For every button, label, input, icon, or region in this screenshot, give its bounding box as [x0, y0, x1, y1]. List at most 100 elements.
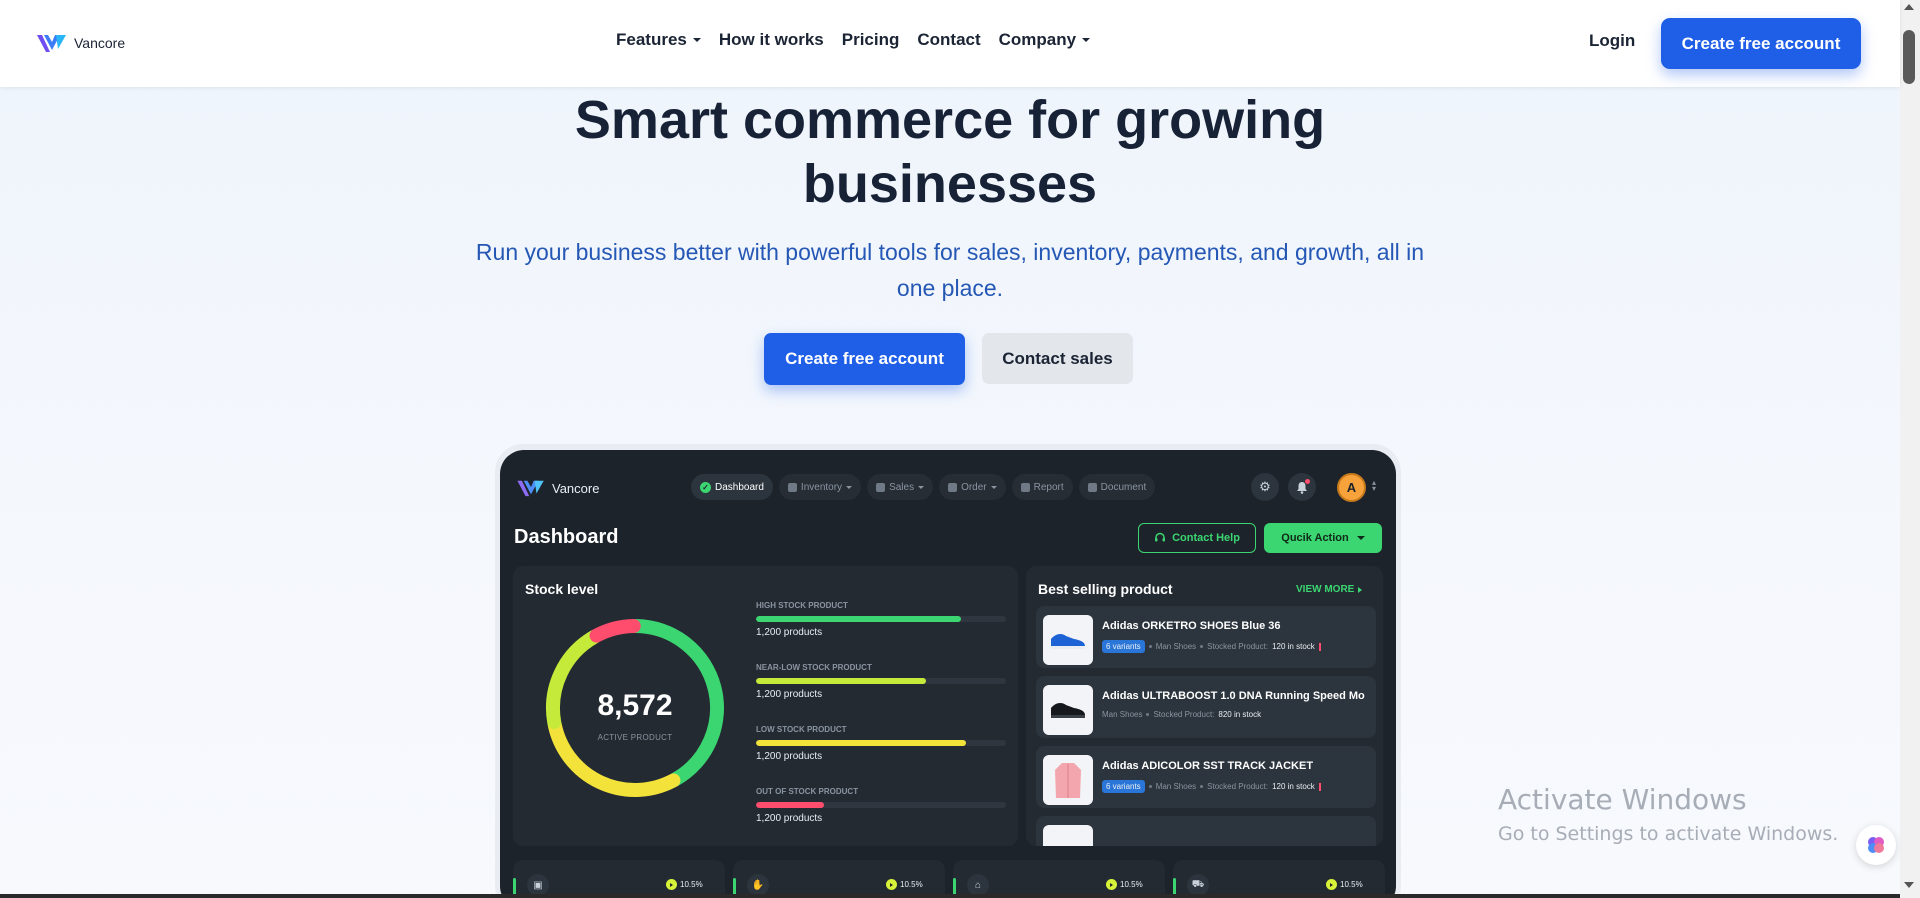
nav-features-label: Features: [616, 30, 687, 49]
brain-icon: [1868, 837, 1884, 853]
scroll-up-arrow-icon[interactable]: [1904, 4, 1914, 10]
order-icon: [948, 482, 958, 492]
hand-box-icon: ✋: [747, 874, 769, 896]
stock-progress-fill: [756, 740, 966, 746]
stock-row-count: 1,200 products: [756, 689, 823, 700]
stock-progress-fill: [756, 678, 926, 684]
page-scrollbar[interactable]: [1900, 0, 1920, 898]
best-selling-panel: Best selling product VIEW MORE Adidas OR…: [1026, 566, 1383, 846]
settings-icon: ⚙: [1251, 473, 1279, 501]
truck-icon: ⛟: [1187, 874, 1209, 896]
contact-help-label: Contact Help: [1172, 532, 1240, 544]
pink-jacket-image: [1043, 755, 1093, 805]
nav-pricing-label: Pricing: [841, 30, 900, 49]
bell-icon: [1288, 473, 1316, 501]
hero-title-line-1: Smart commerce for growing: [574, 90, 1326, 150]
notification-dot: [1305, 479, 1310, 484]
view-more-label: VIEW MORE: [1296, 584, 1355, 595]
nav-how-it-works[interactable]: How it works: [719, 30, 824, 50]
brand-name: Vancore: [74, 35, 126, 51]
stock-row-label: HIGH STOCK PRODUCT: [756, 601, 848, 610]
contact-sales-button[interactable]: Contact sales: [982, 333, 1133, 384]
brand-logo[interactable]: Vancore: [36, 32, 125, 54]
tab-order: Order: [939, 474, 1006, 500]
product-meta: 6 variants Man Shoes Stocked Product: 12…: [1102, 640, 1321, 653]
tab-document: Document: [1078, 474, 1156, 500]
nav-how-it-works-label: How it works: [718, 30, 824, 49]
nav-company-label: Company: [998, 30, 1077, 49]
trend-up-icon: [1326, 879, 1337, 890]
stock-row-label: LOW STOCK PRODUCT: [756, 725, 847, 734]
scrollbar-thumb[interactable]: [1903, 30, 1915, 84]
stat-card: ✋ 10.5%: [733, 860, 945, 898]
nav-pricing[interactable]: Pricing: [842, 30, 900, 50]
stock-label: Stocked Product:: [1153, 710, 1215, 719]
stock-progress-track: [756, 740, 1006, 746]
top-navbar: Vancore Features How it works Pricing Co…: [0, 0, 1900, 87]
dashboard-preview: Vancore ✓ Dashboard Inventory Sales Orde…: [500, 450, 1396, 898]
sales-icon: [876, 482, 886, 492]
tab-sales: Sales: [867, 474, 934, 500]
nav-features[interactable]: Features: [616, 30, 701, 50]
change-value: 10.5%: [680, 880, 703, 889]
bottom-edge: [0, 894, 1900, 898]
best-selling-title: Best selling product: [1038, 581, 1173, 597]
variant-badge: 6 variants: [1102, 780, 1145, 793]
stock-flag-icon: [1318, 642, 1321, 651]
change-value: 10.5%: [1120, 880, 1143, 889]
hero-title: Smart commerce for growing businesses: [0, 88, 1900, 216]
hero-subtitle: Run your business better with powerful t…: [475, 239, 1425, 301]
product-category: Man Shoes: [1155, 642, 1197, 651]
chevron-down-icon: [692, 38, 701, 42]
gauge-segment-out: [589, 619, 641, 643]
create-account-nav-button[interactable]: Create free account: [1661, 18, 1861, 69]
nav-company[interactable]: Company: [998, 30, 1091, 50]
tab-label: Sales: [889, 481, 915, 493]
stock-row-count: 1,200 products: [756, 627, 823, 638]
stat-card: ⛟ 10.5%: [1173, 860, 1385, 898]
change-pill: 10.5%: [883, 879, 926, 890]
product-card: Adidas ORKETRO SHOES Blue 36 6 variants …: [1036, 606, 1376, 668]
product-name: Adidas ORKETRO SHOES Blue 36: [1102, 620, 1281, 632]
product-category: Man Shoes: [1102, 710, 1143, 719]
stock-row-count: 1,200 products: [756, 751, 823, 762]
main-nav: Features How it works Pricing Contact Co…: [616, 30, 1108, 50]
warehouse-icon: ⌂: [967, 874, 989, 896]
separator-dot: [1146, 713, 1150, 716]
tab-label: Inventory: [800, 481, 843, 493]
tab-label: Dashboard: [715, 481, 764, 493]
tab-report: Report: [1011, 474, 1073, 500]
tab-label: Order: [961, 481, 987, 493]
assistant-launcher-button[interactable]: [1856, 825, 1896, 865]
separator-dot: [1200, 785, 1204, 788]
stock-value: 820 in stock: [1218, 710, 1262, 719]
stock-level-panel: Stock level 8,572 ACTIVE PRODUCT HIGH ST…: [513, 566, 1018, 846]
change-value: 10.5%: [1340, 880, 1363, 889]
change-value: 10.5%: [900, 880, 923, 889]
stock-label: Stocked Product:: [1207, 642, 1269, 651]
chevron-down-icon: [1082, 38, 1091, 42]
stock-progress-track: [756, 802, 1006, 808]
trend-up-icon: [886, 879, 897, 890]
scroll-down-arrow-icon[interactable]: [1904, 882, 1914, 888]
dashboard-brand-name: Vancore: [552, 480, 600, 496]
black-shoe-image: [1043, 685, 1093, 735]
trend-up-icon: [1106, 879, 1117, 890]
stock-row-label: NEAR-LOW STOCK PRODUCT: [756, 663, 872, 672]
chevron-down-icon: [990, 485, 997, 489]
stock-value: 120 in stock: [1272, 642, 1315, 651]
check-circle-icon: ✓: [700, 481, 711, 493]
activate-windows-subtitle: Go to Settings to activate Windows.: [1498, 823, 1839, 845]
hero-title-line-2: businesses: [802, 154, 1098, 214]
sort-icon: ▴ ▾: [1372, 478, 1377, 493]
chevron-right-icon: [1358, 586, 1363, 593]
tab-label: Report: [1033, 481, 1064, 493]
stock-row-count: 1,200 products: [756, 813, 823, 824]
nav-contact-label: Contact: [917, 30, 981, 49]
tab-label: Document: [1100, 481, 1147, 493]
nav-contact[interactable]: Contact: [917, 30, 980, 50]
vancore-logo-icon: [37, 35, 66, 52]
create-account-hero-button[interactable]: Create free account: [764, 333, 965, 385]
stat-card: ▣ 10.5%: [513, 860, 725, 898]
login-link[interactable]: Login: [1589, 31, 1635, 51]
